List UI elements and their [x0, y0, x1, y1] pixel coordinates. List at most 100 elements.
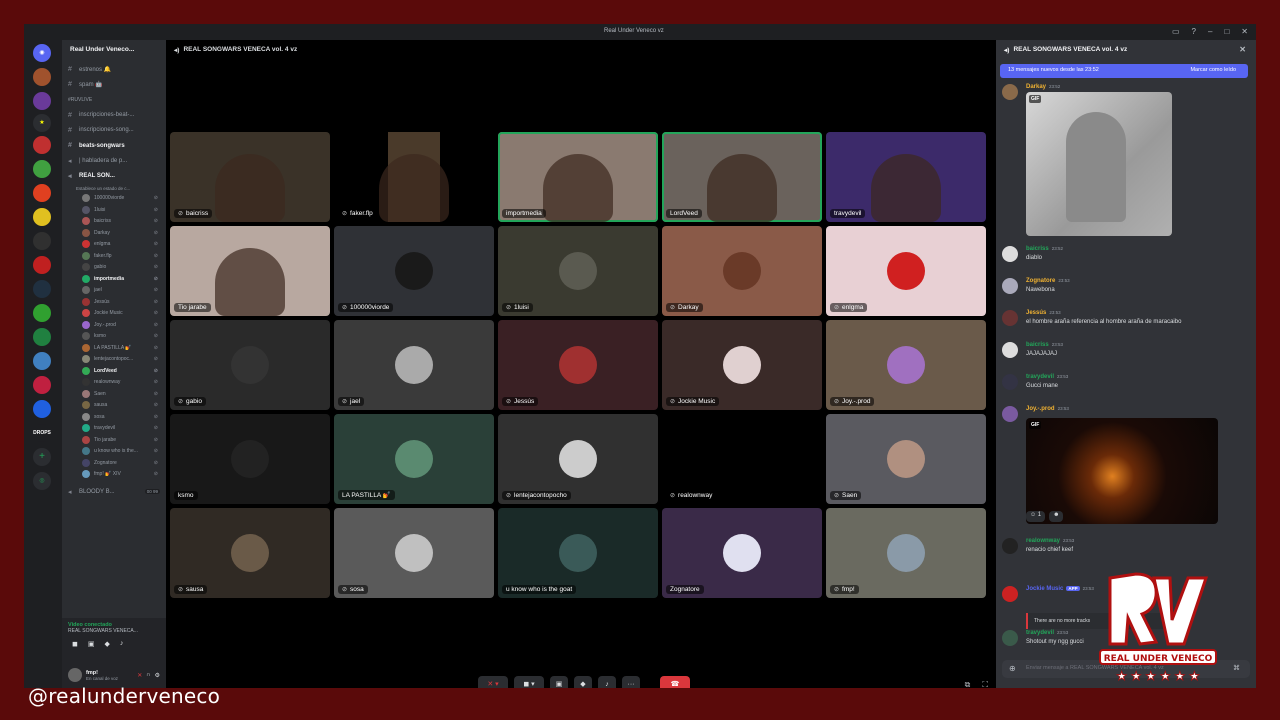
headphones-icon[interactable]: ∩ — [146, 672, 150, 678]
gif-image[interactable]: GIF — [1026, 418, 1218, 524]
voice-user[interactable]: importmedia ⊘ — [62, 273, 166, 285]
voice-user[interactable]: sausa ⊘ — [62, 400, 166, 412]
message-author[interactable]: Joy.-.prod 23:53 — [1026, 406, 1069, 412]
channel-item[interactable]: ◂ | habladera de p... — [62, 153, 166, 168]
disconnect-button[interactable]: ☎ — [660, 676, 690, 688]
video-tile[interactable]: Tio jarabe — [170, 226, 330, 316]
minimize-button[interactable]: – — [1208, 27, 1212, 36]
video-tile[interactable]: ⊘ jael — [334, 320, 494, 410]
message-author[interactable]: travydevil 23:53 — [1026, 630, 1068, 636]
video-tile[interactable]: ⊘ Jessús — [498, 320, 658, 410]
video-tile[interactable]: LA PASTILLA 💅 — [334, 414, 494, 504]
avatar[interactable] — [1002, 246, 1018, 262]
server-icon[interactable] — [33, 92, 51, 110]
voice-user[interactable]: Zognatore ⊘ — [62, 457, 166, 469]
message-author[interactable]: realownway 23:53 — [1026, 538, 1074, 544]
server-icon[interactable]: DROPS — [33, 424, 51, 442]
video-tile[interactable]: ⊘ Darkay — [662, 226, 822, 316]
plus-icon[interactable]: ⊕ — [1009, 664, 1016, 673]
avatar[interactable] — [68, 668, 82, 682]
voice-status[interactable]: Establece un estado de c... — [62, 184, 166, 193]
fullscreen-icon[interactable]: ⛶ — [982, 680, 988, 688]
video-tile[interactable]: ⊘ realownway — [662, 414, 822, 504]
server-icon[interactable] — [33, 160, 51, 178]
video-tile[interactable]: ⊘ sausa — [170, 508, 330, 598]
voice-user[interactable]: realownway ⊘ — [62, 377, 166, 389]
server-icon[interactable] — [33, 400, 51, 418]
avatar[interactable] — [1002, 84, 1018, 100]
video-tile[interactable]: ⊘ baicriss — [170, 132, 330, 222]
message-author[interactable]: baicriss 23:53 — [1026, 342, 1063, 348]
video-tile[interactable]: importmedia — [498, 132, 658, 222]
mute-mic-button[interactable]: ✕ ▾ — [478, 676, 508, 688]
voice-user[interactable]: Tio jarabe ⊘ — [62, 434, 166, 446]
avatar[interactable] — [1002, 374, 1018, 390]
video-tile[interactable]: ⊘ fmp! — [826, 508, 986, 598]
soundboard-button[interactable]: ♪ — [598, 676, 616, 688]
new-messages-bar[interactable]: 13 mensajes nuevos desde las 23:52 Marca… — [1000, 64, 1248, 78]
server-icon[interactable] — [33, 136, 51, 154]
channel-item[interactable]: # beats-songwars — [62, 138, 166, 153]
video-tile[interactable]: Zognatore — [662, 508, 822, 598]
voice-user[interactable]: sosa ⊘ — [62, 411, 166, 423]
soundboard-icon[interactable]: ♪ — [120, 640, 124, 648]
close-button[interactable]: ✕ — [1241, 27, 1248, 36]
voice-user[interactable]: LordVeed ⊘ — [62, 365, 166, 377]
voice-user[interactable]: fmp! 💅 XIV ⊘ — [62, 469, 166, 481]
message-author[interactable]: Darkay 23:52 — [1026, 84, 1060, 90]
video-tile[interactable]: ⊘ 1luisi — [498, 226, 658, 316]
server-icon[interactable] — [33, 184, 51, 202]
video-tile[interactable]: ⊘ lentejacontopocho — [498, 414, 658, 504]
message-author[interactable]: Jessús 23:53 — [1026, 310, 1061, 316]
voice-user[interactable]: Saen ⊘ — [62, 388, 166, 400]
gamepad-icon[interactable]: ⌘ — [1233, 664, 1240, 672]
voice-user[interactable]: enlgma ⊘ — [62, 239, 166, 251]
mark-read-button[interactable]: Marcar como leído — [1190, 67, 1236, 73]
voice-user[interactable]: lentejacontopoc... ⊘ — [62, 354, 166, 366]
avatar[interactable] — [1002, 342, 1018, 358]
server-icon[interactable] — [33, 352, 51, 370]
voice-user[interactable]: gabio ⊘ — [62, 262, 166, 274]
screen-share-icon[interactable]: ▣ — [88, 640, 95, 648]
message-author[interactable]: travydevil 23:53 — [1026, 374, 1068, 380]
channel-item[interactable]: ◂ REAL SON... — [62, 168, 166, 183]
video-tile[interactable]: ⊘ Jockie Music — [662, 320, 822, 410]
activity-button[interactable]: ◆ — [574, 676, 592, 688]
server-icon[interactable] — [33, 208, 51, 226]
video-tile[interactable]: u know who is the goat — [498, 508, 658, 598]
mute-icon[interactable]: ✕ — [137, 672, 142, 679]
add-server-icon[interactable]: + — [33, 448, 51, 466]
voice-user[interactable]: Darkay ⊘ — [62, 227, 166, 239]
category-label[interactable]: #RUVLIVE — [62, 92, 166, 107]
activity-icon[interactable]: ◆ — [104, 640, 109, 648]
voice-user[interactable]: LA PASTILLA 💅 ⊘ — [62, 342, 166, 354]
server-name[interactable]: Real Under Veneco... — [62, 40, 166, 62]
voice-channel-label[interactable]: REAL SONGWARS VENECA... — [68, 628, 160, 634]
avatar[interactable] — [1002, 630, 1018, 646]
voice-user[interactable]: 100000viorde ⊘ — [62, 193, 166, 205]
server-icon[interactable] — [33, 256, 51, 274]
screen-share-button[interactable]: ▣ — [550, 676, 568, 688]
maximize-button[interactable]: □ — [1224, 27, 1229, 36]
close-icon[interactable]: ✕ — [1239, 45, 1246, 54]
video-tile[interactable]: ⊘ sosa — [334, 508, 494, 598]
video-tile[interactable]: ksmo — [170, 414, 330, 504]
server-icon[interactable]: ★ — [33, 114, 51, 132]
server-icon[interactable] — [33, 280, 51, 298]
server-icon[interactable] — [33, 304, 51, 322]
camera-button[interactable]: ◼ ▾ — [514, 676, 544, 688]
voice-user[interactable]: jael ⊘ — [62, 285, 166, 297]
gif-image[interactable]: GIF — [1026, 92, 1172, 236]
channel-item[interactable]: # inscripciones-song... — [62, 123, 166, 138]
home-icon[interactable]: ◉ — [33, 44, 51, 62]
voice-user[interactable]: ksmo ⊘ — [62, 331, 166, 343]
channel-item[interactable]: # estrenos 🔔 — [62, 62, 166, 77]
voice-user[interactable]: travydevil ⊘ — [62, 423, 166, 435]
message-author[interactable]: Zognatore 23:53 — [1026, 278, 1070, 284]
channel-item[interactable]: # inscripciones-beat-... — [62, 108, 166, 123]
help-icon[interactable]: ? — [1192, 27, 1196, 36]
server-icon[interactable] — [33, 376, 51, 394]
video-tile[interactable]: ⊘ 100000viorde — [334, 226, 494, 316]
more-button[interactable]: ··· — [622, 676, 640, 688]
video-tile[interactable]: ⊘ enlgma — [826, 226, 986, 316]
